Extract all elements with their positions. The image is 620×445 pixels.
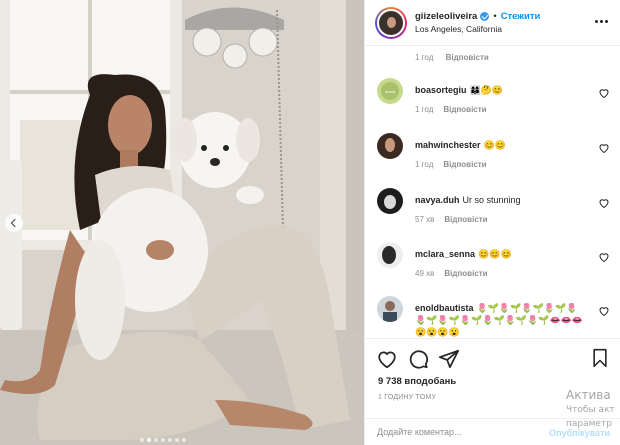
author-username[interactable]: giizeleoliveira [415, 10, 477, 23]
commenter-avatar[interactable] [377, 133, 403, 159]
comment-item: enoldbautista 🌷🌱🌷🌱🌷🌱🌷🌱🌷🌷🌱🌷🌱🌷🌱🌷🌱🌷🌱🌷🌱👄👄👄😮😮😮… [377, 296, 610, 338]
comment-item: mahwinchester 😊😊 1 год Відповісти [377, 133, 610, 183]
reply-button[interactable]: Відповісти [443, 160, 486, 169]
comments-list[interactable]: 1 год Відповісти brand boasortegiu 👩‍👩‍👦🤔… [365, 46, 620, 338]
header-separator: • [493, 10, 497, 22]
reply-button[interactable]: Відповісти [444, 269, 487, 278]
carousel-dot [140, 438, 144, 442]
comment-text: 👩‍👩‍👦🤔😊 [469, 85, 504, 95]
post-side-panel: giizeleoliveira • Стежити Los Angeles, C… [364, 0, 620, 445]
comment-icon[interactable] [407, 348, 429, 370]
comment-like-heart-icon[interactable] [598, 305, 610, 317]
verified-badge-icon [480, 11, 490, 21]
post-location[interactable]: Los Angeles, California [415, 23, 540, 36]
comment-input[interactable] [377, 427, 527, 437]
svg-text:brand: brand [385, 89, 395, 94]
publish-button[interactable]: Опублікувати [549, 428, 610, 438]
heart-icon[interactable] [376, 348, 398, 370]
photo-illustration [0, 0, 364, 445]
reply-button[interactable]: Відповісти [443, 105, 486, 114]
post-actions-bar [365, 338, 620, 378]
commenter-username[interactable]: navya.duh [415, 195, 460, 205]
previous-comment-meta: 1 год Відповісти [415, 53, 489, 62]
comment-text: 😊😊😊 [478, 249, 512, 259]
commenter-username[interactable]: enoldbautista [415, 303, 474, 313]
follow-button[interactable]: Стежити [501, 10, 541, 23]
carousel-dot [182, 438, 186, 442]
comment-time: 1 год [415, 160, 434, 169]
comment-time: 57 хв [415, 215, 435, 224]
carousel-dot [175, 438, 179, 442]
commenter-avatar[interactable]: brand [377, 78, 403, 104]
comment-time: 49 хв [415, 269, 435, 278]
comment-like-heart-icon[interactable] [598, 87, 610, 99]
likes-count[interactable]: 9 738 вподобань [378, 376, 456, 387]
commenter-username[interactable]: mahwinchester [415, 140, 481, 150]
comment-time: 1 год [415, 105, 434, 114]
paper-plane-icon[interactable] [438, 348, 460, 370]
comment-text: Ur so stunning [462, 195, 521, 205]
more-options-icon[interactable] [595, 20, 608, 23]
post-timestamp[interactable]: 1 ГОДИНУ ТОМУ [378, 394, 436, 401]
comment-like-heart-icon[interactable] [598, 251, 610, 263]
reply-button[interactable]: Відповісти [446, 53, 489, 62]
carousel-dot [154, 438, 158, 442]
comment-item: navya.duh Ur so stunning 57 хв Відповісти [377, 188, 610, 238]
author-avatar[interactable] [375, 6, 407, 39]
carousel-prev-button[interactable] [5, 214, 23, 232]
commenter-username[interactable]: boasortegiu [415, 85, 467, 95]
reply-button[interactable]: Відповісти [444, 215, 487, 224]
post-photo[interactable] [0, 0, 364, 445]
carousel-dot [147, 438, 151, 442]
commenter-avatar[interactable] [377, 296, 403, 322]
commenter-username[interactable]: mclara_senna [415, 249, 475, 259]
comment-like-heart-icon[interactable] [598, 142, 610, 154]
comment-like-heart-icon[interactable] [598, 197, 610, 209]
carousel-dot [161, 438, 165, 442]
bookmark-icon[interactable] [590, 348, 610, 368]
carousel-dot [168, 438, 172, 442]
post-header: giizeleoliveira • Стежити Los Angeles, C… [365, 0, 620, 46]
commenter-avatar[interactable] [377, 188, 403, 214]
add-comment-bar: Опублікувати [365, 418, 620, 445]
comment-item: mclara_senna 😊😊😊 49 хв Відповісти [377, 242, 610, 292]
carousel-dots [140, 438, 186, 442]
comment-text: 😊😊 [483, 140, 506, 150]
commenter-avatar[interactable] [377, 242, 403, 268]
comment-item: brand boasortegiu 👩‍👩‍👦🤔😊 1 год Відповісти [377, 78, 610, 128]
comment-time: 1 год [415, 53, 434, 62]
